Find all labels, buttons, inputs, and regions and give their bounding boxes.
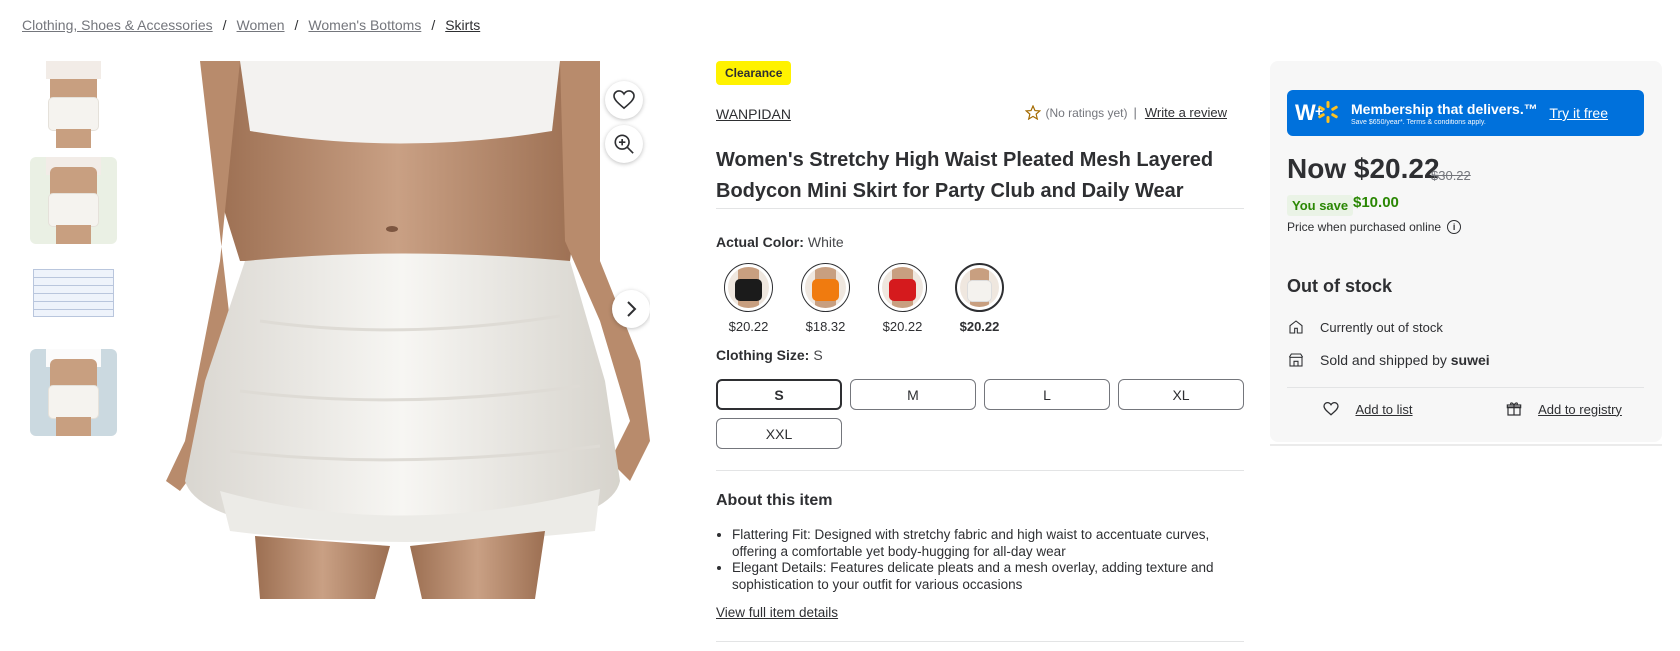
- no-ratings-text: (No ratings yet): [1045, 105, 1128, 120]
- color-option-price: $18.32: [805, 319, 846, 334]
- brand-link[interactable]: WANPIDAN: [716, 106, 791, 122]
- color-option-white[interactable]: $20.22: [955, 263, 1004, 334]
- star-outline-icon: [1025, 105, 1042, 120]
- zoom-in-icon: [614, 134, 634, 154]
- size-label-row: Clothing Size: S: [716, 347, 823, 363]
- add-to-favorites-button[interactable]: [605, 81, 643, 119]
- next-image-button[interactable]: [612, 290, 650, 328]
- color-option-red[interactable]: $20.22: [878, 263, 927, 334]
- color-option-orange[interactable]: $18.32: [801, 263, 850, 334]
- zoom-button[interactable]: [605, 125, 643, 163]
- thumbnail-image-1[interactable]: [30, 61, 117, 148]
- breadcrumb-link-womens-bottoms[interactable]: Women's Bottoms: [308, 17, 421, 33]
- color-option-price: $20.22: [728, 319, 769, 334]
- size-option-l[interactable]: L: [984, 379, 1110, 410]
- write-review-link[interactable]: Write a review: [1145, 105, 1227, 120]
- breadcrumb: Clothing, Shoes & Accessories / Women / …: [22, 17, 480, 33]
- color-label: Actual Color:: [716, 234, 804, 250]
- add-to-registry-button[interactable]: Add to registry: [1466, 401, 1662, 417]
- size-option-s[interactable]: S: [716, 379, 842, 410]
- heart-icon: [613, 90, 635, 110]
- swatch-color: [967, 280, 992, 302]
- swatch-color: [735, 279, 762, 301]
- svg-text:W: W: [1295, 100, 1316, 125]
- breadcrumb-link-skirts[interactable]: Skirts: [445, 17, 480, 33]
- list-actions: Add to list Add to registry: [1270, 401, 1662, 417]
- you-save-amount: $10.00: [1353, 194, 1399, 211]
- swatch-color: [889, 279, 916, 301]
- product-title: Women's Stretchy High Waist Pleated Mesh…: [716, 149, 1214, 202]
- color-option-price: $20.22: [882, 319, 923, 334]
- main-product-image: [160, 61, 650, 599]
- size-option-xxl[interactable]: XXL: [716, 418, 842, 449]
- seller-row: Sold and shipped by suwei: [1287, 352, 1490, 368]
- divider: [716, 641, 1244, 642]
- membership-promo[interactable]: W + Membership that delivers.™ Save $650…: [1287, 90, 1644, 136]
- add-to-list-label: Add to list: [1355, 401, 1413, 417]
- about-bullet: Elegant Details: Features delicate pleat…: [732, 560, 1237, 593]
- color-option-black[interactable]: $20.22: [724, 263, 773, 334]
- product-photo: [166, 61, 650, 599]
- promo-subtitle: Save $650/year*. Terms & conditions appl…: [1351, 118, 1486, 126]
- size-label: Clothing Size:: [716, 347, 810, 363]
- thumbnail-size-chart[interactable]: [30, 253, 117, 340]
- svg-text:+: +: [1315, 103, 1323, 119]
- heart-icon: [1323, 402, 1340, 416]
- you-save-label: You save: [1287, 195, 1354, 216]
- breadcrumb-separator: /: [431, 17, 436, 33]
- size-value: S: [813, 347, 823, 363]
- thumbnail-gallery: [30, 61, 118, 445]
- ratings-separator: |: [1133, 105, 1137, 120]
- about-bullets: Flattering Fit: Designed with stretchy f…: [732, 527, 1237, 593]
- seller-name[interactable]: suwei: [1451, 352, 1490, 368]
- about-bullet: Flattering Fit: Designed with stretchy f…: [732, 527, 1237, 560]
- add-to-registry-label: Add to registry: [1538, 401, 1622, 417]
- size-options: S M L XL XXL: [716, 379, 1244, 449]
- color-swatches: $20.22 $18.32 $20.22 $20.22: [724, 263, 1004, 334]
- size-option-m[interactable]: M: [850, 379, 976, 410]
- gift-icon: [1506, 402, 1522, 416]
- buy-box: W + Membership that delivers.™ Save $650…: [1270, 61, 1662, 442]
- color-label-row: Actual Color: White: [716, 234, 844, 250]
- color-value: White: [807, 234, 844, 250]
- stock-status-row: Currently out of stock: [1287, 319, 1443, 335]
- divider: [716, 208, 1244, 209]
- stock-status-text: Currently out of stock: [1320, 319, 1443, 335]
- breadcrumb-separator: /: [222, 17, 227, 33]
- color-option-price: $20.22: [959, 319, 1000, 334]
- stock-heading: Out of stock: [1287, 276, 1393, 296]
- breadcrumb-separator: /: [294, 17, 299, 33]
- clearance-badge: Clearance: [716, 61, 792, 85]
- buy-box-shadow: [1270, 444, 1662, 446]
- price-note: Price when purchased online i: [1287, 220, 1462, 234]
- promo-title: Membership that delivers.™: [1351, 100, 1538, 117]
- about-heading: About this item: [716, 492, 833, 509]
- size-option-xl[interactable]: XL: [1118, 379, 1244, 410]
- thumbnail-image-2[interactable]: [30, 157, 117, 244]
- try-it-free-link[interactable]: Try it free: [1549, 105, 1608, 121]
- product-info: Clearance WANPIDAN (No ratings yet) | Wr…: [716, 61, 1244, 642]
- breadcrumb-link-women[interactable]: Women: [237, 17, 285, 33]
- add-to-list-button[interactable]: Add to list: [1270, 401, 1466, 417]
- walmart-plus-logo: W +: [1295, 96, 1339, 130]
- price-note-text: Price when purchased online: [1287, 220, 1442, 234]
- swatch-color: [812, 279, 839, 301]
- thumbnail-image-4[interactable]: [30, 349, 117, 436]
- divider: [716, 470, 1244, 471]
- store-icon: [1289, 320, 1303, 334]
- divider: [1287, 387, 1644, 388]
- original-price: $30.22: [1431, 168, 1471, 183]
- view-full-details-link[interactable]: View full item details: [716, 605, 838, 620]
- info-icon[interactable]: i: [1447, 220, 1462, 234]
- breadcrumb-link-clothing[interactable]: Clothing, Shoes & Accessories: [22, 17, 213, 33]
- seller-store-icon: [1288, 353, 1304, 367]
- sold-by-text: Sold and shipped by: [1320, 352, 1447, 368]
- ratings-row: (No ratings yet) | Write a review: [1025, 105, 1227, 120]
- chevron-right-icon: [627, 301, 637, 317]
- current-price: Now $20.22: [1287, 153, 1440, 184]
